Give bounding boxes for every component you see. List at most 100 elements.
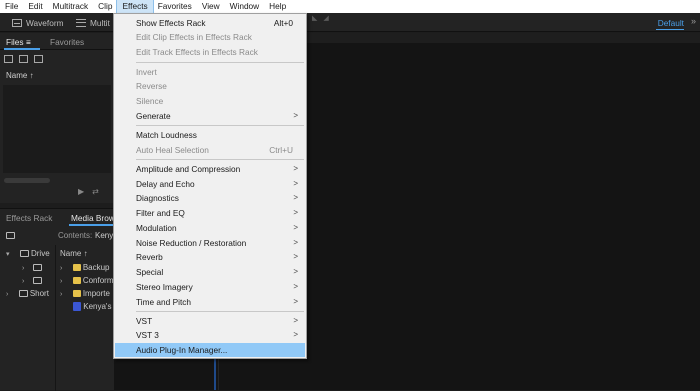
menu-multitrack[interactable]: Multitrack bbox=[48, 0, 94, 13]
contents-value[interactable]: Kenya bbox=[95, 231, 114, 240]
chevron-right-icon: > bbox=[293, 267, 298, 276]
files-column-header[interactable]: Name ↑ bbox=[0, 71, 114, 83]
menu-item-filter-eq[interactable]: Filter and EQ > bbox=[115, 206, 305, 220]
multitrack-view-button[interactable]: Multit bbox=[76, 16, 110, 29]
menu-item-noise-reduction[interactable]: Noise Reduction / Restoration > bbox=[115, 236, 305, 250]
menu-item-edit-track-effects: Edit Track Effects in Effects Rack bbox=[136, 47, 258, 57]
media-file-row[interactable]: Kenya's bbox=[60, 302, 114, 314]
menu-item-silence: Silence bbox=[136, 96, 164, 106]
chevron-right-icon[interactable]: › bbox=[6, 291, 8, 298]
chevron-down-icon[interactable]: ▾ bbox=[6, 251, 10, 258]
menu-item-audio-plugin-manager[interactable]: Audio Plug-In Manager... bbox=[115, 343, 305, 357]
workspace-default-label[interactable]: Default bbox=[658, 18, 684, 28]
chevron-right-icon[interactable]: › bbox=[60, 265, 62, 272]
menu-item-label: Delay and Echo bbox=[136, 179, 195, 189]
tool-icon[interactable]: ◣ bbox=[312, 14, 317, 22]
workspace-underline bbox=[656, 29, 684, 30]
media-file-row[interactable]: › Importe bbox=[60, 289, 114, 301]
menu-item-label: Stereo Imagery bbox=[136, 282, 193, 292]
play-icon[interactable]: ▶ bbox=[78, 187, 84, 196]
menu-item-label: Amplitude and Compression bbox=[136, 164, 241, 174]
menu-view[interactable]: View bbox=[197, 0, 225, 13]
import-drive-icon[interactable] bbox=[6, 232, 15, 240]
loop-icon[interactable]: ⇄ bbox=[92, 187, 99, 196]
menu-item-label: Diagnostics bbox=[136, 193, 179, 203]
media-left-label: Short bbox=[29, 289, 49, 298]
tab-files[interactable]: Files bbox=[6, 37, 24, 47]
menu-item-delay-echo[interactable]: Delay and Echo > bbox=[115, 177, 305, 191]
chevron-right-icon: > bbox=[293, 316, 298, 325]
media-file-row[interactable]: › Backup bbox=[60, 263, 114, 275]
new-file-icon[interactable] bbox=[34, 55, 43, 63]
tab-underline bbox=[69, 224, 114, 226]
menu-item-vst3[interactable]: VST 3 > bbox=[115, 328, 305, 342]
menu-item-generate[interactable]: Generate > bbox=[115, 109, 305, 123]
open-file-icon[interactable] bbox=[4, 55, 13, 63]
panel-menu-icon[interactable]: ≡ bbox=[26, 37, 31, 47]
chevron-right-icon[interactable]: › bbox=[60, 278, 62, 285]
shortcut-label: Ctrl+U bbox=[269, 145, 293, 155]
media-file-label: Importe bbox=[82, 289, 110, 298]
chevron-right-icon: > bbox=[293, 252, 298, 261]
chevron-right-icon[interactable]: › bbox=[60, 291, 62, 298]
menu-help[interactable]: Help bbox=[264, 0, 291, 13]
tab-effects-rack[interactable]: Effects Rack bbox=[6, 213, 52, 223]
media-file-row[interactable]: › Conform bbox=[60, 276, 114, 288]
menu-item-modulation[interactable]: Modulation > bbox=[115, 221, 305, 235]
menu-item-vst[interactable]: VST > bbox=[115, 314, 305, 328]
menu-item-match-loudness[interactable]: Match Loudness bbox=[115, 128, 305, 142]
menu-item-label: Show Effects Rack bbox=[136, 18, 206, 28]
chevron-right-icon: > bbox=[293, 223, 298, 232]
menubar: File Edit Multitrack Clip Effects Favori… bbox=[0, 0, 700, 14]
menu-edit[interactable]: Edit bbox=[23, 0, 47, 13]
menu-clip[interactable]: Clip bbox=[93, 0, 117, 13]
menu-item-label: VST bbox=[136, 316, 153, 326]
media-file-label: Kenya's bbox=[83, 302, 112, 311]
menu-separator bbox=[136, 311, 304, 312]
chevron-right-icon: > bbox=[293, 282, 298, 291]
chevron-right-icon[interactable]: › bbox=[22, 265, 24, 272]
import-icon[interactable] bbox=[19, 55, 28, 63]
menu-item-amplitude-compression[interactable]: Amplitude and Compression > bbox=[115, 162, 305, 176]
chevron-right-icon[interactable]: › bbox=[22, 278, 24, 285]
menu-item-label: Generate bbox=[136, 111, 171, 121]
tab-underline bbox=[4, 48, 40, 50]
menu-favorites[interactable]: Favorites bbox=[153, 0, 197, 13]
drive-icon bbox=[19, 250, 29, 258]
menu-item-stereo-imagery[interactable]: Stereo Imagery > bbox=[115, 280, 305, 294]
menu-item-label: Modulation bbox=[136, 223, 177, 233]
workspace-toolbar: Waveform Multit Default » bbox=[0, 13, 700, 32]
menu-item-time-pitch[interactable]: Time and Pitch > bbox=[115, 295, 305, 309]
shortcut-icon bbox=[18, 290, 28, 298]
horizontal-scrollbar[interactable] bbox=[4, 178, 50, 183]
files-list[interactable] bbox=[3, 85, 111, 173]
menu-item-label: Reverb bbox=[136, 252, 163, 262]
menu-item-label: Filter and EQ bbox=[136, 208, 185, 218]
effects-menu-dropdown: Show Effects Rack Alt+0 Edit Clip Effect… bbox=[113, 13, 307, 359]
folder-icon bbox=[72, 264, 81, 272]
media-toolbar: Contents: Kenya bbox=[0, 231, 114, 243]
menu-item-show-effects-rack[interactable]: Show Effects Rack Alt+0 bbox=[115, 16, 305, 30]
menu-window[interactable]: Window bbox=[225, 0, 265, 13]
media-browser-panel: Effects Rack Media Brow Contents: Kenya … bbox=[0, 208, 115, 391]
menu-item-special[interactable]: Special > bbox=[115, 265, 305, 279]
menu-item-reverb[interactable]: Reverb > bbox=[115, 250, 305, 264]
media-column-header[interactable]: Name ↑ bbox=[60, 249, 114, 261]
tab-media-browser[interactable]: Media Brow bbox=[71, 213, 115, 223]
menu-separator bbox=[136, 125, 304, 126]
multitrack-icon bbox=[76, 18, 86, 27]
waveform-view-button[interactable]: Waveform bbox=[12, 16, 64, 29]
menu-item-diagnostics[interactable]: Diagnostics > bbox=[115, 191, 305, 205]
tool-icon[interactable]: ◢ bbox=[323, 14, 328, 22]
more-icon[interactable]: » bbox=[691, 16, 696, 26]
menu-item-invert: Invert bbox=[136, 67, 157, 77]
menu-file[interactable]: File bbox=[0, 0, 23, 13]
menu-item-label: Auto Heal Selection bbox=[136, 145, 209, 155]
menu-item-label: VST 3 bbox=[136, 330, 159, 340]
multitrack-label: Multit bbox=[90, 17, 110, 28]
menu-effects[interactable]: Effects bbox=[116, 0, 154, 14]
menu-separator bbox=[136, 62, 304, 63]
files-transport: ▶ ⇄ bbox=[78, 187, 99, 196]
waveform-icon bbox=[12, 18, 22, 27]
tab-favorites[interactable]: Favorites bbox=[50, 37, 84, 47]
